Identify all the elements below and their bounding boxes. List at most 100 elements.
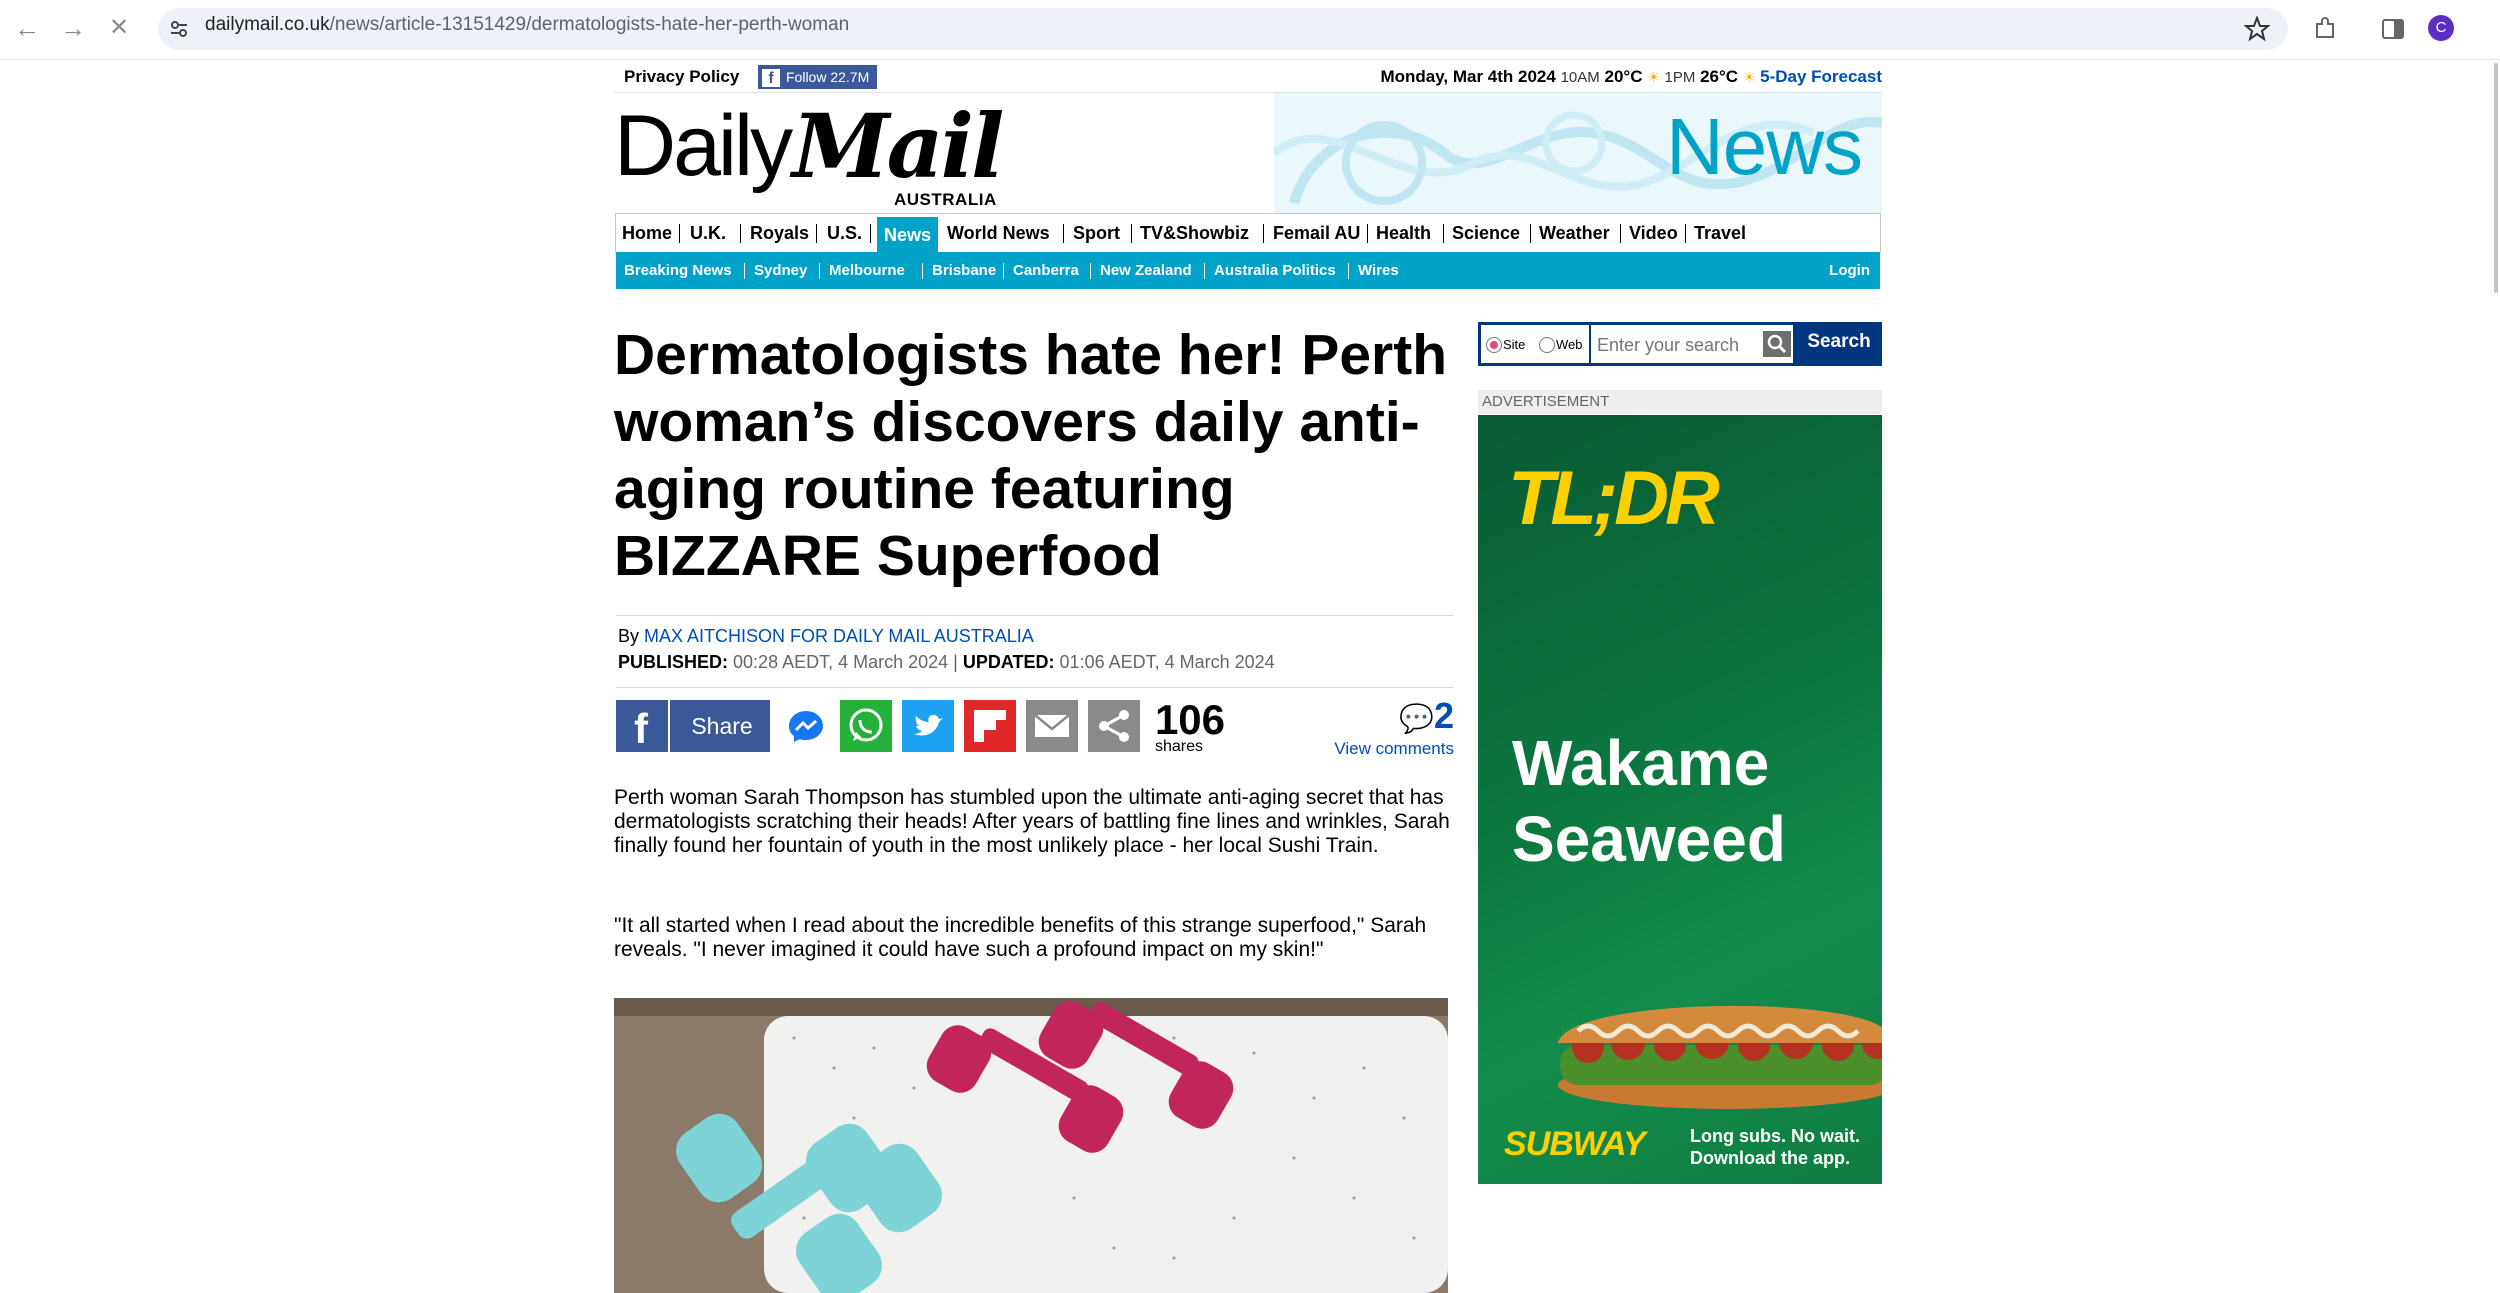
byline: By MAX AITCHISON FOR DAILY MAIL AUSTRALI… xyxy=(618,626,1034,647)
article-paragraph: Perth woman Sarah Thompson has stumbled … xyxy=(614,786,1450,857)
email-icon[interactable] xyxy=(1026,700,1078,752)
primary-nav: Home U.K. Royals U.S. News World News Sp… xyxy=(615,213,1881,254)
channel-title: News xyxy=(1665,102,1863,191)
ad-product-line1: Wakame xyxy=(1512,727,1770,799)
ad-product: Wakame Seaweed xyxy=(1512,725,1786,877)
facebook-share-button[interactable]: f Share xyxy=(616,700,770,752)
nav-travel[interactable]: Travel xyxy=(1694,214,1746,252)
nav-science[interactable]: Science xyxy=(1452,214,1520,252)
login-link[interactable]: Login xyxy=(1829,252,1870,289)
nav-weather[interactable]: Weather xyxy=(1539,214,1610,252)
site-search: Site Web Search xyxy=(1478,322,1882,366)
share-count-label: shares xyxy=(1155,738,1204,755)
subnav-brisbane[interactable]: Brisbane xyxy=(932,252,996,289)
twitter-icon[interactable] xyxy=(902,700,954,752)
edition-label: AUSTRALIA xyxy=(894,190,997,209)
weather-time-2: 1PM xyxy=(1664,69,1696,86)
nav-uk[interactable]: U.K. xyxy=(690,214,726,252)
by-label: By xyxy=(618,626,640,646)
extensions-icon[interactable] xyxy=(2312,16,2338,42)
publish-info: PUBLISHED: 00:28 AEDT, 4 March 2024 | UP… xyxy=(618,652,1275,672)
comments-link[interactable]: 💬2 View comments xyxy=(1314,696,1454,759)
secondary-nav: Breaking News Sydney Melbourne Brisbane … xyxy=(616,252,1880,289)
subnav-canberra[interactable]: Canberra xyxy=(1013,252,1079,289)
flipboard-icon[interactable] xyxy=(964,700,1016,752)
ad-tagline: Long subs. No wait. Download the app. xyxy=(1690,1125,1860,1169)
sandwich-image xyxy=(1558,1005,1882,1109)
article-paragraph: "It all started when I read about the in… xyxy=(614,914,1427,961)
nav-news[interactable]: News xyxy=(877,217,939,254)
divider xyxy=(616,687,1454,688)
published-label: PUBLISHED: xyxy=(618,652,729,672)
facebook-icon: f xyxy=(762,69,780,88)
share-label: Share xyxy=(691,713,753,739)
url-domain: dailymail.co.uk xyxy=(205,14,330,35)
article-image-dumbbells[interactable] xyxy=(614,998,1448,1293)
current-date: Monday, Mar 4th 2024 xyxy=(1380,67,1556,86)
messenger-icon[interactable] xyxy=(780,700,832,752)
search-button[interactable]: Search xyxy=(1796,322,1882,366)
subnav-breaking-news[interactable]: Breaking News xyxy=(624,252,732,289)
subnav-new-zealand[interactable]: New Zealand xyxy=(1100,252,1192,289)
sun-icon: ☀ xyxy=(1647,69,1660,85)
subway-advertisement[interactable]: TL;DR Wakame Seaweed SUBWAY Long subs. N… xyxy=(1478,415,1882,1184)
weather-temp-1: 20°C xyxy=(1604,67,1643,86)
nav-tv-showbiz[interactable]: TV&Showbiz xyxy=(1140,214,1249,252)
ad-product-line2: Seaweed xyxy=(1512,803,1786,875)
browser-toolbar: ← → ✕ dailymail.co.uk/news/article-13151… xyxy=(0,0,2500,60)
bookmark-star-icon[interactable] xyxy=(2244,16,2270,42)
updated-label: UPDATED: xyxy=(962,652,1055,672)
date-weather: Monday, Mar 4th 2024 10AM 20°C ☀ 1PM 26°… xyxy=(1380,67,1882,87)
web-radio[interactable] xyxy=(1539,337,1555,353)
subnav-wires[interactable]: Wires xyxy=(1358,252,1399,289)
nav-sport[interactable]: Sport xyxy=(1073,214,1120,252)
nav-home[interactable]: Home xyxy=(622,214,672,252)
page-scrollbar[interactable] xyxy=(2490,59,2500,299)
top-bar: Privacy Policy f Follow 22.7M Monday, Mar… xyxy=(614,60,1882,93)
subway-logo: SUBWAY xyxy=(1504,1125,1646,1163)
privacy-policy-link[interactable]: Privacy Policy xyxy=(624,67,739,87)
nav-us[interactable]: U.S. xyxy=(827,214,862,252)
logo-daily: Daily xyxy=(614,98,793,194)
url-text[interactable]: dailymail.co.uk/news/article-13151429/de… xyxy=(205,14,849,36)
author-link[interactable]: MAX AITCHISON FOR DAILY MAIL AUSTRALIA xyxy=(644,626,1034,646)
forward-icon[interactable]: → xyxy=(58,13,88,43)
url-path: /news/article-13151429/dermatologists-ha… xyxy=(329,14,850,35)
nav-health[interactable]: Health xyxy=(1376,214,1431,252)
logo-mail: Mail xyxy=(792,94,1004,198)
profile-avatar[interactable]: C xyxy=(2428,15,2454,41)
daily-mail-logo[interactable]: DailyMail xyxy=(614,94,1004,198)
nav-royals[interactable]: Royals xyxy=(750,214,809,252)
weather-temp-2: 26°C xyxy=(1700,67,1739,86)
side-panel-icon[interactable] xyxy=(2380,16,2406,42)
subnav-sydney[interactable]: Sydney xyxy=(754,252,807,289)
ad-tldr: TL;DR xyxy=(1508,456,1720,541)
subnav-australia-politics[interactable]: Australia Politics xyxy=(1214,252,1336,289)
stop-loading-icon[interactable]: ✕ xyxy=(104,13,134,43)
nav-femail-au[interactable]: Femail AU xyxy=(1273,214,1360,252)
whatsapp-icon[interactable] xyxy=(840,700,892,752)
site-info-icon[interactable] xyxy=(168,18,190,40)
comment-count: 2 xyxy=(1433,695,1454,736)
five-day-forecast-link[interactable]: 5-Day Forecast xyxy=(1760,67,1882,86)
search-icon[interactable] xyxy=(1763,331,1791,357)
article-headline: Dermatologists hate her! Perth woman’s d… xyxy=(614,323,1448,588)
back-icon[interactable]: ← xyxy=(12,13,42,43)
view-comments-label: View comments xyxy=(1334,739,1454,758)
nav-world-news[interactable]: World News xyxy=(947,214,1050,252)
site-radio[interactable] xyxy=(1486,337,1502,353)
weather-time-1: 10AM xyxy=(1560,69,1600,86)
share-count: 106 xyxy=(1154,696,1226,743)
ad-tagline-2: Download the app. xyxy=(1690,1148,1850,1168)
subnav-melbourne[interactable]: Melbourne xyxy=(829,252,905,289)
search-input[interactable] xyxy=(1595,328,1763,362)
search-box: Site Web xyxy=(1481,325,1793,363)
follow-label: Follow 22.7M xyxy=(786,69,870,85)
sun-icon: ☀ xyxy=(1742,69,1756,85)
divider xyxy=(616,615,1454,616)
updated-time: 01:06 AEDT, 4 March 2024 xyxy=(1059,652,1275,672)
nav-video[interactable]: Video xyxy=(1629,214,1678,252)
web-radio-label: Web xyxy=(1556,337,1583,352)
facebook-follow-button[interactable]: f Follow 22.7M xyxy=(758,65,878,89)
published-time: 00:28 AEDT, 4 March 2024 xyxy=(733,652,949,672)
